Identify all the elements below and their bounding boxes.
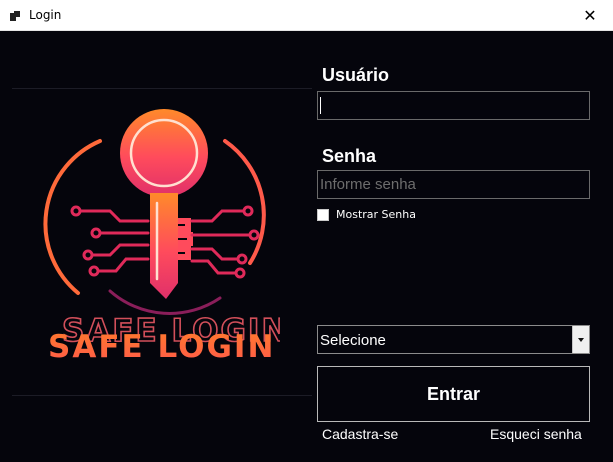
app-window-icon xyxy=(10,11,20,21)
role-select[interactable]: Selecione xyxy=(317,325,590,354)
show-password-toggle[interactable]: Mostrar Senha xyxy=(317,208,416,221)
text-caret xyxy=(320,97,321,114)
username-label: Usuário xyxy=(322,65,390,85)
forgot-password-link[interactable]: Esqueci senha xyxy=(490,426,582,442)
role-select-value: Selecione xyxy=(320,332,386,349)
close-icon: ✕ xyxy=(583,6,597,25)
show-password-label: Mostrar Senha xyxy=(336,208,416,221)
password-label: Senha xyxy=(322,146,377,166)
key-circuit-icon xyxy=(70,109,260,299)
close-button[interactable]: ✕ xyxy=(567,0,613,31)
login-panel: SAFE LOGIN SAFE LOGIN Usuário Senha Most… xyxy=(0,31,613,462)
chevron-down-icon[interactable] xyxy=(572,326,589,353)
logo-wordmark: SAFE LOGIN SAFE LOGIN xyxy=(48,312,280,365)
safe-login-logo: SAFE LOGIN SAFE LOGIN xyxy=(43,109,280,365)
svg-text:SAFE LOGIN: SAFE LOGIN xyxy=(48,329,275,365)
window-title: Login xyxy=(29,8,62,22)
title-bar: Login ✕ xyxy=(0,0,613,31)
username-field[interactable] xyxy=(317,91,590,120)
login-button[interactable]: Entrar xyxy=(317,366,590,422)
show-password-checkbox[interactable] xyxy=(317,208,329,221)
divider-top xyxy=(12,88,312,89)
password-field[interactable] xyxy=(317,170,590,199)
divider-bottom xyxy=(12,395,312,396)
register-link[interactable]: Cadastra-se xyxy=(322,426,398,442)
